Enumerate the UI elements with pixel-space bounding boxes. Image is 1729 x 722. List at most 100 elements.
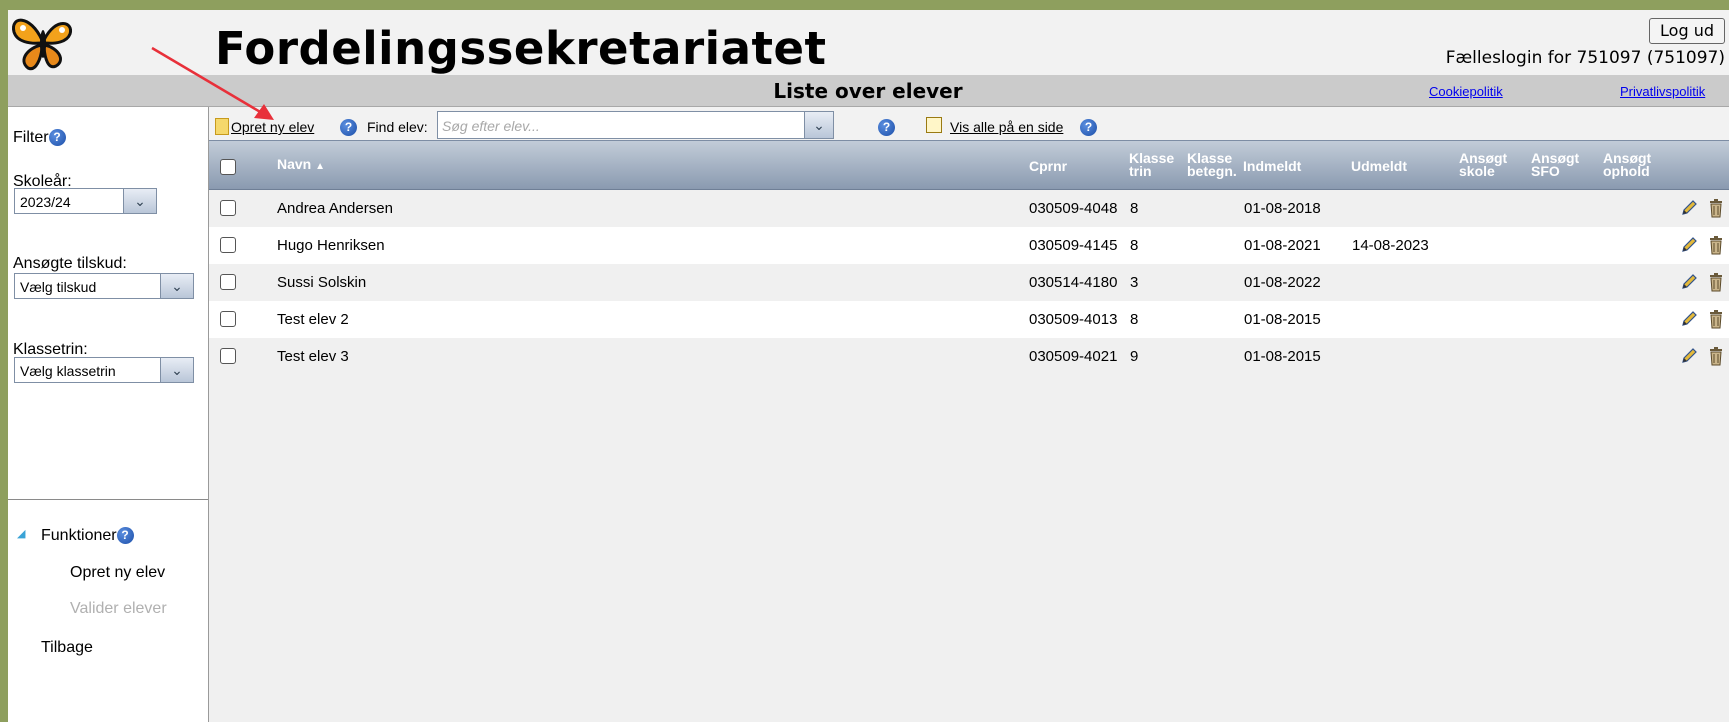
cookie-policy-link[interactable]: Cookiepolitik bbox=[1429, 84, 1503, 99]
pencil-icon[interactable] bbox=[1680, 236, 1698, 254]
row-checkbox[interactable] bbox=[220, 311, 236, 327]
list-view-icon bbox=[926, 117, 942, 133]
col-header-cprnr[interactable]: Cprnr bbox=[1029, 159, 1067, 173]
sort-ascending-icon: ▲ bbox=[315, 161, 326, 172]
grade-value: Vælg klassetrin bbox=[20, 363, 116, 379]
col-header-navn[interactable]: Navn ▲ bbox=[277, 156, 326, 173]
select-all-checkbox[interactable] bbox=[220, 159, 236, 175]
col-header-text: trin bbox=[1129, 163, 1152, 179]
chevron-down-icon[interactable]: ⌄ bbox=[160, 358, 193, 382]
trash-icon[interactable] bbox=[1708, 272, 1724, 292]
col-header-text: skole bbox=[1459, 163, 1495, 179]
table-row[interactable]: Andrea Andersen 030509-4048 8 01-08-2018 bbox=[209, 190, 1729, 227]
trash-icon[interactable] bbox=[1708, 235, 1724, 255]
cell-indmeldt: 01-08-2015 bbox=[1244, 348, 1321, 365]
col-header-klasse-betegn[interactable]: Klasse betegn. bbox=[1187, 151, 1237, 178]
trash-icon[interactable] bbox=[1708, 309, 1724, 329]
col-header-klasse-trin[interactable]: Klasse trin bbox=[1129, 151, 1174, 179]
logout-button[interactable]: Log ud bbox=[1649, 18, 1725, 44]
cell-navn: Test elev 3 bbox=[277, 348, 349, 365]
help-icon[interactable]: ? bbox=[878, 119, 895, 136]
pencil-icon[interactable] bbox=[1680, 347, 1698, 365]
cell-navn: Hugo Henriksen bbox=[277, 237, 385, 254]
find-student-combobox[interactable]: ⌄ bbox=[437, 111, 834, 139]
find-student-label: Find elev: bbox=[367, 119, 428, 135]
col-header-navn-label: Navn bbox=[277, 156, 312, 172]
cell-klassetrin: 8 bbox=[1130, 311, 1139, 328]
pencil-icon[interactable] bbox=[1680, 273, 1698, 291]
cell-klassetrin: 8 bbox=[1130, 200, 1139, 217]
grants-label: Ansøgte tilskud: bbox=[13, 255, 127, 272]
cell-cprnr: 030509-4145 bbox=[1029, 237, 1118, 254]
privacy-policy-link[interactable]: Privatlivspolitik bbox=[1620, 84, 1705, 99]
trash-icon[interactable] bbox=[1708, 198, 1724, 218]
col-header-udmeldt[interactable]: Udmeldt bbox=[1351, 159, 1407, 173]
cell-navn: Test elev 2 bbox=[277, 311, 349, 328]
show-all-link[interactable]: Vis alle på en side bbox=[950, 119, 1063, 135]
sidebar-divider bbox=[8, 499, 208, 500]
trash-icon[interactable] bbox=[1708, 346, 1724, 366]
cell-navn: Sussi Solskin bbox=[277, 274, 367, 291]
filter-sidebar: Filter? Skoleår: 2023/24 ⌄ Ansøgte tilsk… bbox=[8, 107, 209, 722]
chevron-down-icon[interactable]: ⌄ bbox=[123, 189, 156, 213]
cell-indmeldt: 01-08-2022 bbox=[1244, 274, 1321, 291]
col-header-indmeldt[interactable]: Indmeldt bbox=[1243, 159, 1301, 173]
functions-heading: Funktioner? bbox=[41, 527, 134, 545]
app-window: Fordelingssekretariatet Log ud Fælleslog… bbox=[8, 10, 1729, 722]
chevron-down-icon[interactable]: ⌄ bbox=[160, 274, 193, 298]
find-student-input[interactable] bbox=[440, 113, 794, 139]
row-checkbox[interactable] bbox=[220, 348, 236, 364]
row-checkbox[interactable] bbox=[220, 237, 236, 253]
function-create-student[interactable]: Opret ny elev bbox=[70, 564, 165, 582]
help-icon[interactable]: ? bbox=[340, 119, 357, 136]
table-header: Navn ▲ Cprnr Klasse trin Klasse betegn. In… bbox=[209, 140, 1729, 190]
collapse-triangle-icon[interactable]: ◢ bbox=[17, 527, 25, 540]
row-checkbox[interactable] bbox=[220, 200, 236, 216]
col-header-text: ophold bbox=[1603, 163, 1650, 179]
app-title: Fordelingssekretariatet bbox=[215, 22, 827, 75]
toolbar: Opret ny elev ? Find elev: ⌄ ? Vis alle … bbox=[209, 107, 1729, 140]
cell-cprnr: 030509-4021 bbox=[1029, 348, 1118, 365]
filter-heading: Filter? bbox=[13, 129, 66, 147]
cell-indmeldt: 01-08-2015 bbox=[1244, 311, 1321, 328]
table-row[interactable]: Test elev 3 030509-4021 9 01-08-2015 bbox=[209, 338, 1729, 375]
grade-select[interactable]: Vælg klassetrin ⌄ bbox=[14, 357, 194, 383]
login-info: Fælleslogin for 751097 (751097) bbox=[1445, 48, 1725, 68]
create-student-link[interactable]: Opret ny elev bbox=[231, 119, 314, 135]
cell-indmeldt: 01-08-2021 bbox=[1244, 237, 1321, 254]
col-header-ansoegt-sfo[interactable]: Ansøgt SFO bbox=[1531, 151, 1579, 179]
help-icon[interactable]: ? bbox=[1080, 119, 1097, 136]
chevron-down-icon[interactable]: ⌄ bbox=[804, 112, 833, 138]
help-icon[interactable]: ? bbox=[116, 527, 134, 545]
col-header-ansoegt-ophold[interactable]: Ansøgt ophold bbox=[1603, 151, 1651, 179]
table-row[interactable]: Test elev 2 030509-4013 8 01-08-2015 bbox=[209, 301, 1729, 338]
cell-cprnr: 030509-4013 bbox=[1029, 311, 1118, 328]
table-row[interactable]: Hugo Henriksen 030509-4145 8 01-08-2021 … bbox=[209, 227, 1729, 264]
table-row[interactable]: Sussi Solskin 030514-4180 3 01-08-2022 bbox=[209, 264, 1729, 301]
table-body: Andrea Andersen 030509-4048 8 01-08-2018… bbox=[209, 190, 1729, 375]
cell-navn: Andrea Andersen bbox=[277, 200, 393, 217]
new-document-icon bbox=[215, 118, 229, 135]
grants-select[interactable]: Vælg tilskud ⌄ bbox=[14, 273, 194, 299]
functions-label: Funktioner bbox=[41, 527, 117, 544]
row-checkbox[interactable] bbox=[220, 274, 236, 290]
cell-cprnr: 030509-4048 bbox=[1029, 200, 1118, 217]
cell-cprnr: 030514-4180 bbox=[1029, 274, 1118, 291]
function-validate-students: Valider elever bbox=[70, 600, 167, 617]
pencil-icon[interactable] bbox=[1680, 310, 1698, 328]
back-link[interactable]: Tilbage bbox=[41, 639, 93, 657]
cell-klassetrin: 8 bbox=[1130, 237, 1139, 254]
filter-label: Filter bbox=[13, 129, 49, 146]
butterfly-logo bbox=[12, 18, 73, 71]
col-header-ansoegt-skole[interactable]: Ansøgt skole bbox=[1459, 151, 1507, 179]
school-year-value: 2023/24 bbox=[20, 194, 71, 210]
col-header-text: SFO bbox=[1531, 163, 1560, 179]
cell-udmeldt: 14-08-2023 bbox=[1352, 237, 1429, 254]
help-icon[interactable]: ? bbox=[48, 129, 66, 147]
pencil-icon[interactable] bbox=[1680, 199, 1698, 217]
cell-indmeldt: 01-08-2018 bbox=[1244, 200, 1321, 217]
students-table: Navn ▲ Cprnr Klasse trin Klasse betegn. In… bbox=[209, 140, 1729, 375]
page-title-band: Liste over elever Cookiepolitik Privatli… bbox=[8, 75, 1729, 107]
cell-klassetrin: 3 bbox=[1130, 274, 1139, 291]
school-year-select[interactable]: 2023/24 ⌄ bbox=[14, 188, 157, 214]
